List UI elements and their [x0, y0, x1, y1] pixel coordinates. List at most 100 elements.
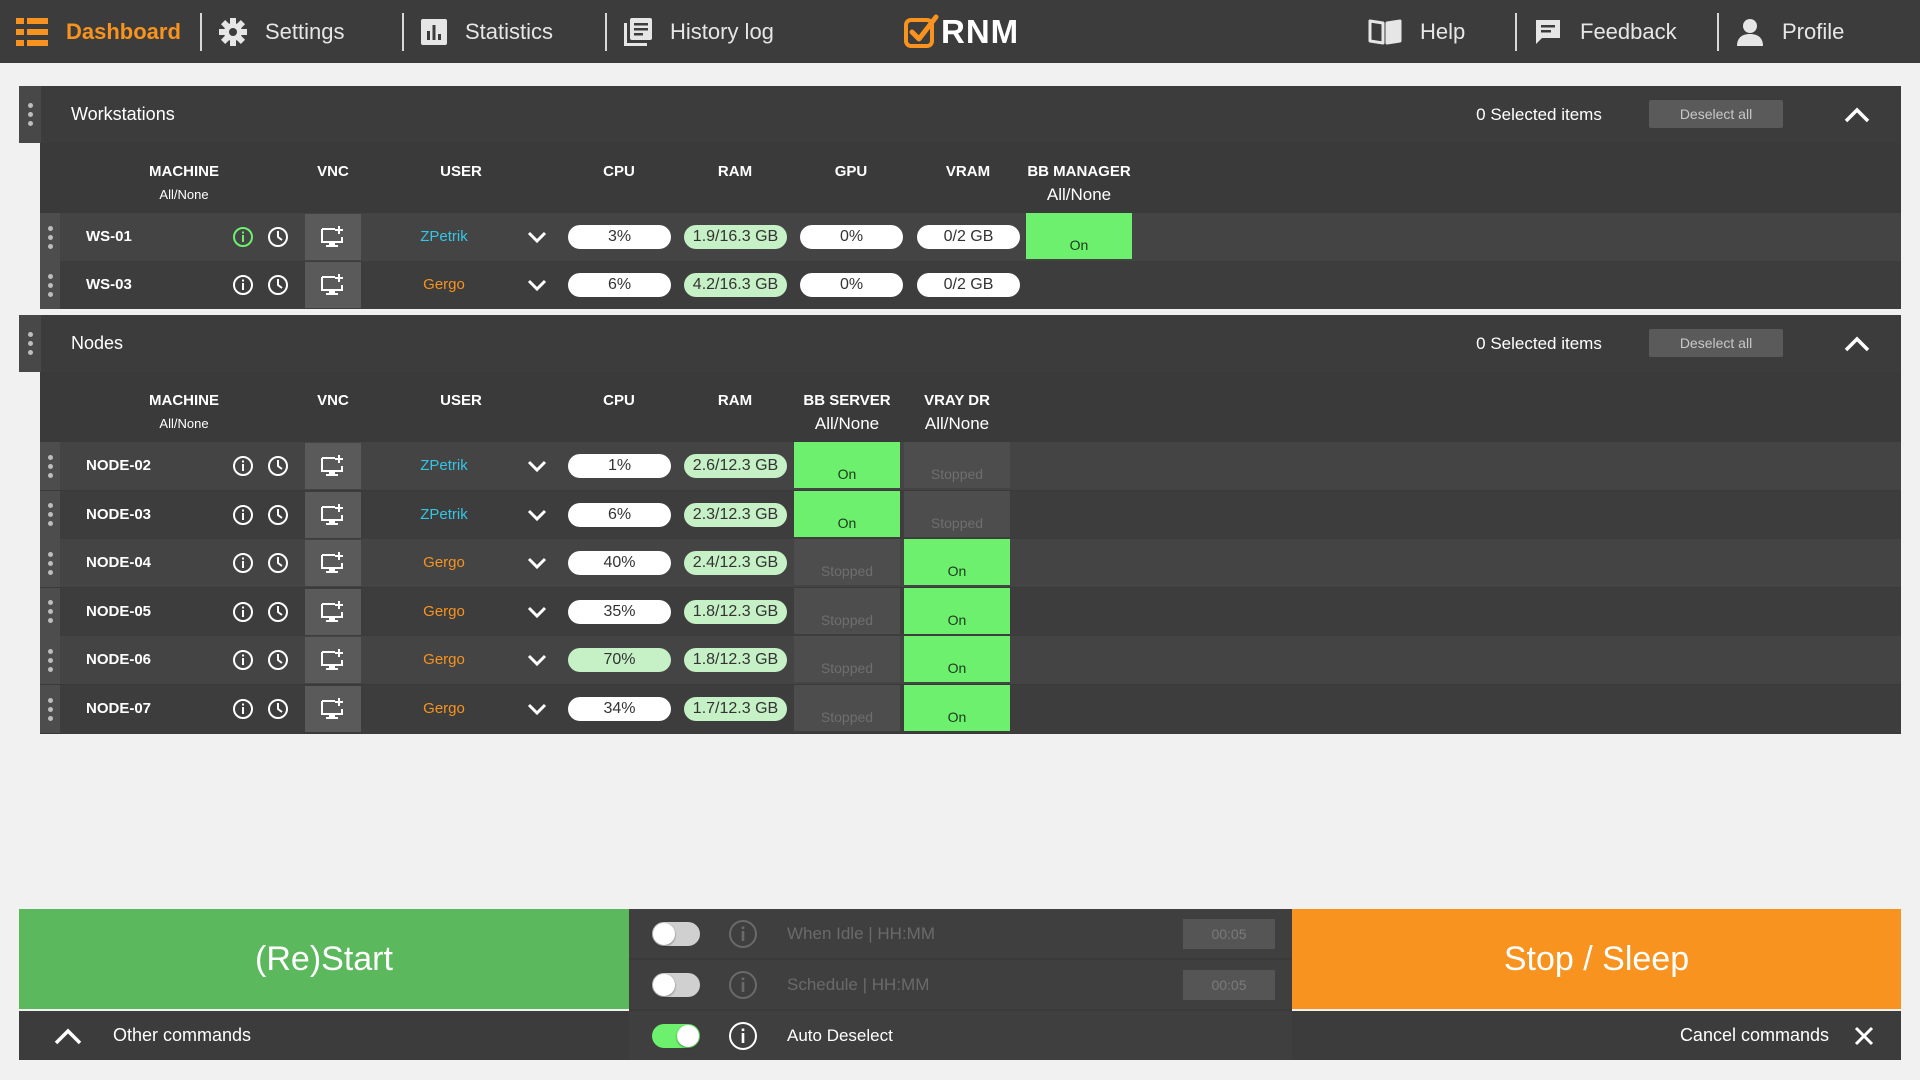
- when-idle-toggle[interactable]: [652, 922, 700, 946]
- user-name: Gergo: [423, 700, 465, 717]
- chevron-down-icon[interactable]: [526, 698, 548, 720]
- clock-icon[interactable]: [267, 455, 289, 477]
- clock-icon[interactable]: [267, 698, 289, 720]
- bb-server-status[interactable]: Stopped: [794, 587, 900, 634]
- nav-settings[interactable]: Settings: [219, 0, 345, 63]
- machine-all-none-toggle[interactable]: All/None: [159, 416, 208, 431]
- clock-icon[interactable]: [267, 649, 289, 671]
- nav-dashboard[interactable]: Dashboard: [16, 0, 181, 63]
- bb-server-status[interactable]: Stopped: [794, 685, 900, 731]
- drag-handle-icon[interactable]: [19, 315, 41, 372]
- chevron-down-icon[interactable]: [526, 552, 548, 574]
- close-icon[interactable]: [1853, 1025, 1875, 1047]
- chevron-down-icon[interactable]: [526, 649, 548, 671]
- info-icon[interactable]: [728, 970, 758, 1000]
- machine-all-none-toggle[interactable]: All/None: [159, 187, 208, 202]
- collapse-section-button[interactable]: [1839, 98, 1875, 132]
- table-row[interactable]: NODE-05 Gergo 35% 1.8/12.3 GB Stopped On: [40, 587, 1901, 636]
- other-commands-bar[interactable]: Other commands: [19, 1011, 629, 1060]
- vnc-connect-button[interactable]: [305, 686, 361, 732]
- table-row[interactable]: NODE-02 ZPetrik 1% 2.6/12.3 GB On Stopped: [40, 442, 1901, 490]
- table-row[interactable]: NODE-07 Gergo 34% 1.7/12.3 GB Stopped On: [40, 685, 1901, 733]
- info-icon[interactable]: [232, 601, 254, 623]
- table-row[interactable]: WS-01 ZPetrik 3% 1.9/16.3 GB 0% 0/2 GB O…: [40, 213, 1901, 261]
- table-row[interactable]: NODE-04 Gergo 40% 2.4/12.3 GB Stopped On: [40, 539, 1901, 588]
- vnc-connect-button[interactable]: [305, 443, 361, 489]
- drag-handle-icon[interactable]: [40, 636, 60, 685]
- vray-dr-status[interactable]: On: [904, 636, 1010, 683]
- drag-handle-icon[interactable]: [40, 685, 60, 733]
- clock-icon[interactable]: [267, 504, 289, 526]
- table-row[interactable]: NODE-06 Gergo 70% 1.8/12.3 GB Stopped On: [40, 636, 1901, 685]
- deselect-all-button[interactable]: Deselect all: [1649, 329, 1783, 357]
- info-icon[interactable]: [232, 455, 254, 477]
- user-icon: [1737, 18, 1763, 46]
- column-user: USER: [440, 163, 482, 180]
- vray-dr-all-none-toggle[interactable]: All/None: [925, 414, 989, 434]
- info-icon[interactable]: [232, 504, 254, 526]
- clock-icon[interactable]: [267, 552, 289, 574]
- nav-feedback[interactable]: Feedback: [1534, 0, 1677, 63]
- schedule-toggle[interactable]: [652, 973, 700, 997]
- chevron-down-icon[interactable]: [526, 274, 548, 296]
- vnc-connect-button[interactable]: [305, 588, 361, 635]
- bb-server-all-none-toggle[interactable]: All/None: [815, 414, 879, 434]
- table-row[interactable]: WS-03 Gergo 6% 4.2/16.3 GB 0% 0/2 GB: [40, 261, 1901, 309]
- drag-handle-icon[interactable]: [40, 213, 60, 261]
- info-icon[interactable]: [728, 919, 758, 949]
- info-icon[interactable]: [728, 1021, 758, 1051]
- drag-handle-icon[interactable]: [40, 442, 60, 490]
- table-row[interactable]: NODE-03 ZPetrik 6% 2.3/12.3 GB On Stopped: [40, 490, 1901, 539]
- vnc-connect-button[interactable]: [305, 637, 361, 684]
- info-icon[interactable]: [232, 552, 254, 574]
- deselect-all-button[interactable]: Deselect all: [1649, 100, 1783, 128]
- stop-sleep-button[interactable]: Stop / Sleep: [1292, 909, 1901, 1009]
- bb-server-status[interactable]: Stopped: [794, 636, 900, 683]
- restart-button[interactable]: (Re)Start: [19, 909, 629, 1009]
- workstations-table: MACHINE All/None VNC USER CPU RAM GPU VR…: [40, 143, 1901, 309]
- nav-profile[interactable]: Profile: [1736, 0, 1844, 63]
- nav-statistics[interactable]: Statistics: [421, 0, 553, 63]
- remote-desktop-icon: [321, 552, 343, 574]
- info-icon[interactable]: [232, 226, 254, 248]
- vray-dr-status[interactable]: Stopped: [904, 490, 1010, 537]
- vnc-connect-button[interactable]: [305, 214, 361, 260]
- chevron-down-icon[interactable]: [526, 226, 548, 248]
- vray-dr-status[interactable]: Stopped: [904, 442, 1010, 488]
- vnc-connect-button[interactable]: [305, 262, 361, 308]
- cancel-commands-bar[interactable]: Cancel commands: [1292, 1011, 1901, 1060]
- info-icon[interactable]: [232, 698, 254, 720]
- bb-manager-status[interactable]: On: [1026, 213, 1132, 259]
- drag-handle-icon[interactable]: [19, 86, 41, 143]
- info-icon[interactable]: [232, 649, 254, 671]
- nav-history-log[interactable]: History log: [624, 0, 774, 63]
- bb-server-status[interactable]: On: [794, 490, 900, 537]
- drag-handle-icon[interactable]: [40, 490, 60, 539]
- clock-icon[interactable]: [267, 226, 289, 248]
- info-icon[interactable]: [232, 274, 254, 296]
- when-idle-time-input[interactable]: 00:05: [1183, 919, 1275, 949]
- chevron-down-icon[interactable]: [526, 601, 548, 623]
- vray-dr-status[interactable]: On: [904, 539, 1010, 586]
- vnc-connect-button[interactable]: [305, 491, 361, 538]
- chevron-down-icon[interactable]: [526, 455, 548, 477]
- column-machine[interactable]: MACHINE: [149, 392, 219, 409]
- bb-manager-all-none-toggle[interactable]: All/None: [1047, 185, 1111, 205]
- column-machine[interactable]: MACHINE: [149, 163, 219, 180]
- chevron-down-icon[interactable]: [526, 504, 548, 526]
- schedule-time-input[interactable]: 00:05: [1183, 970, 1275, 1000]
- vray-dr-status[interactable]: On: [904, 685, 1010, 731]
- nav-help[interactable]: Help: [1368, 0, 1465, 63]
- vray-dr-status[interactable]: On: [904, 587, 1010, 634]
- bb-server-status[interactable]: On: [794, 442, 900, 488]
- bb-server-status[interactable]: Stopped: [794, 539, 900, 586]
- clock-icon[interactable]: [267, 274, 289, 296]
- remote-desktop-icon: [321, 455, 343, 476]
- clock-icon[interactable]: [267, 601, 289, 623]
- vnc-connect-button[interactable]: [305, 540, 361, 587]
- collapse-section-button[interactable]: [1839, 327, 1875, 361]
- auto-deselect-toggle[interactable]: [652, 1024, 700, 1048]
- drag-handle-icon[interactable]: [40, 587, 60, 636]
- drag-handle-icon[interactable]: [40, 261, 60, 309]
- drag-handle-icon[interactable]: [40, 539, 60, 588]
